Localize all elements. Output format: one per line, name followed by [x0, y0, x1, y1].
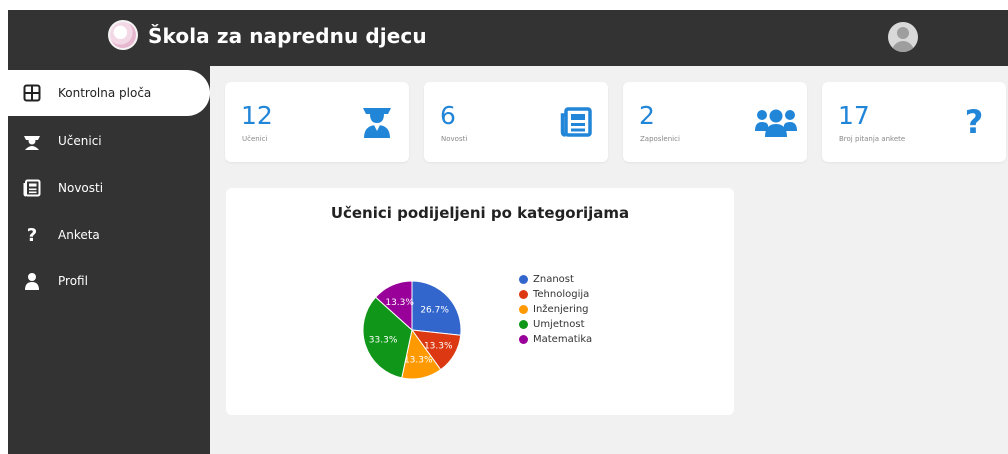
pie-slice-label: 13.3%	[424, 341, 453, 351]
user-avatar[interactable]	[888, 22, 918, 52]
newspaper-icon	[22, 178, 42, 198]
legend-item-znanost[interactable]: Znanost	[519, 272, 592, 287]
chart-title: Učenici podijeljeni po kategorijama	[330, 204, 630, 222]
stat-value: 17	[838, 101, 870, 130]
pie-slice-label: 13.3%	[404, 356, 433, 366]
student-icon	[22, 131, 42, 151]
stat-value: 2	[639, 101, 655, 130]
stat-value: 6	[440, 101, 456, 130]
sidebar-item-profile[interactable]: Profil	[8, 258, 210, 304]
student-icon	[357, 104, 397, 140]
legend-swatch	[519, 335, 528, 344]
stat-card-students[interactable]: 12 Učenici	[225, 82, 409, 162]
sidebar-item-label: Učenici	[58, 134, 102, 148]
top-bar: Škola za naprednu djecu	[8, 10, 1008, 66]
legend-item-umjetnost[interactable]: Umjetnost	[519, 317, 592, 332]
question-icon: ?	[964, 103, 984, 141]
legend-item-matematika[interactable]: Matematika	[519, 332, 592, 347]
legend-label: Matematika	[533, 334, 593, 345]
chart-legend: Znanost Tehnologija Inženjering Umjetnost Ma…	[519, 272, 592, 347]
sidebar-item-label: Profil	[58, 274, 88, 288]
stat-label: Broj pitanja ankete	[839, 135, 906, 143]
school-logo[interactable]	[108, 20, 138, 50]
app-title[interactable]: Škola za naprednu djecu	[148, 24, 427, 48]
sidebar-item-label: Anketa	[58, 228, 100, 242]
stat-card-news[interactable]: 6 Novosti	[424, 82, 608, 162]
sidebar: Kontrolna ploča Učenici Novosti ? Anketa…	[8, 66, 210, 454]
sidebar-item-survey[interactable]: ? Anketa	[8, 212, 210, 258]
stat-card-survey-questions[interactable]: 17 Broj pitanja ankete ?	[822, 82, 1006, 162]
dashboard-icon	[22, 83, 42, 103]
users-icon	[753, 104, 799, 140]
sidebar-item-news[interactable]: Novosti	[8, 165, 210, 211]
legend-label: Inženjering	[533, 304, 589, 315]
legend-swatch	[519, 320, 528, 329]
stat-value: 12	[241, 101, 273, 130]
legend-label: Znanost	[533, 274, 574, 285]
main-content: 12 Učenici 6 Novosti 2 Zaposlenici 17 Br…	[210, 66, 1008, 454]
pie-slice-label: 26.7%	[420, 306, 449, 316]
sidebar-item-label: Novosti	[58, 181, 104, 195]
stat-card-employees[interactable]: 2 Zaposlenici	[623, 82, 807, 162]
sidebar-item-students[interactable]: Učenici	[8, 118, 210, 164]
newspaper-icon	[556, 104, 596, 140]
legend-swatch	[519, 305, 528, 314]
legend-label: Tehnologija	[533, 289, 590, 300]
pie-slice-label: 13.3%	[385, 298, 414, 308]
legend-item-tehnologija[interactable]: Tehnologija	[519, 287, 592, 302]
legend-swatch	[519, 290, 528, 299]
sidebar-item-dashboard[interactable]: Kontrolna ploča	[8, 70, 210, 116]
stat-label: Novosti	[441, 135, 468, 143]
pie-chart: 26.7% 13.3% 13.3% 33.3% 13.3%	[362, 280, 462, 380]
stat-label: Zaposlenici	[640, 135, 680, 143]
legend-label: Umjetnost	[533, 319, 585, 330]
legend-item-inženjering[interactable]: Inženjering	[519, 302, 592, 317]
question-icon: ?	[26, 224, 38, 246]
sidebar-item-label: Kontrolna ploča	[58, 86, 152, 100]
app-frame: Škola za naprednu djecu Kontrolna ploča …	[0, 0, 1008, 454]
stat-label: Učenici	[242, 135, 268, 143]
user-icon	[22, 271, 42, 291]
legend-swatch	[519, 275, 528, 284]
chart-card: Učenici podijeljeni po kategorijama 26.7…	[226, 188, 734, 415]
pie-slice-label: 33.3%	[369, 335, 398, 345]
